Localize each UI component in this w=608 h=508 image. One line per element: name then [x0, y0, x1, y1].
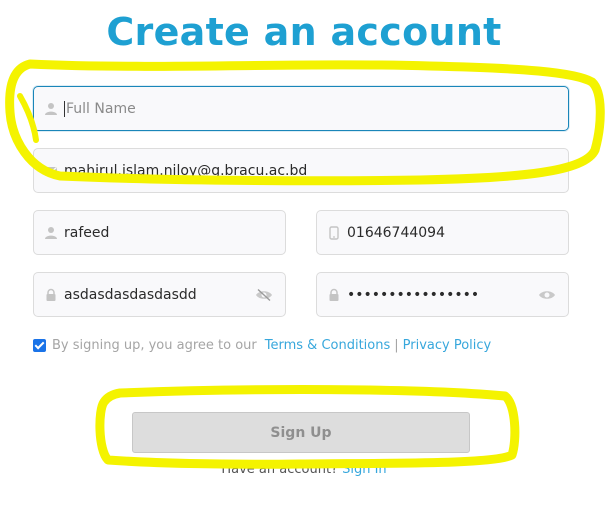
signup-button[interactable]: Sign Up [132, 412, 470, 453]
terms-agreement: By signing up, you agree to our Terms & … [33, 335, 491, 355]
confirm-password-field[interactable]: •••••••••••••••• [316, 272, 569, 317]
lock-icon [329, 288, 339, 301]
full-name-placeholder: Full Name [66, 100, 136, 117]
user-icon [45, 102, 57, 115]
agree-checkbox[interactable] [33, 338, 46, 352]
full-name-input[interactable]: Full Name [33, 86, 569, 131]
password-value: asdasdasdasdasdd [64, 286, 197, 303]
link-separator: | [394, 337, 399, 353]
signin-link[interactable]: Sign In [342, 462, 387, 477]
email-field[interactable]: mahirul.islam.niloy@g.bracu.ac.bd [33, 148, 569, 193]
mail-icon [45, 166, 57, 176]
user-icon [45, 226, 57, 239]
username-field[interactable]: rafeed [33, 210, 286, 255]
text-caret [64, 100, 65, 117]
privacy-link[interactable]: Privacy Policy [403, 338, 492, 353]
have-account-text: Have an account? [221, 462, 338, 477]
phone-field[interactable]: 01646744094 [316, 210, 569, 255]
terms-link[interactable]: Terms & Conditions [265, 338, 391, 353]
have-account-line: Have an account? Sign In [0, 462, 608, 477]
eye-icon[interactable] [538, 288, 556, 302]
password-field[interactable]: asdasdasdasdasdd [33, 272, 286, 317]
username-value: rafeed [64, 224, 110, 241]
lock-icon [46, 288, 56, 301]
eye-slash-icon[interactable] [255, 288, 273, 302]
page-title: Create an account [106, 10, 502, 54]
phone-icon [329, 225, 339, 240]
confirm-password-value: •••••••••••••••• [347, 286, 480, 303]
agree-text: By signing up, you agree to our [52, 337, 257, 353]
email-value: mahirul.islam.niloy@g.bracu.ac.bd [64, 162, 308, 179]
phone-value: 01646744094 [347, 224, 445, 241]
